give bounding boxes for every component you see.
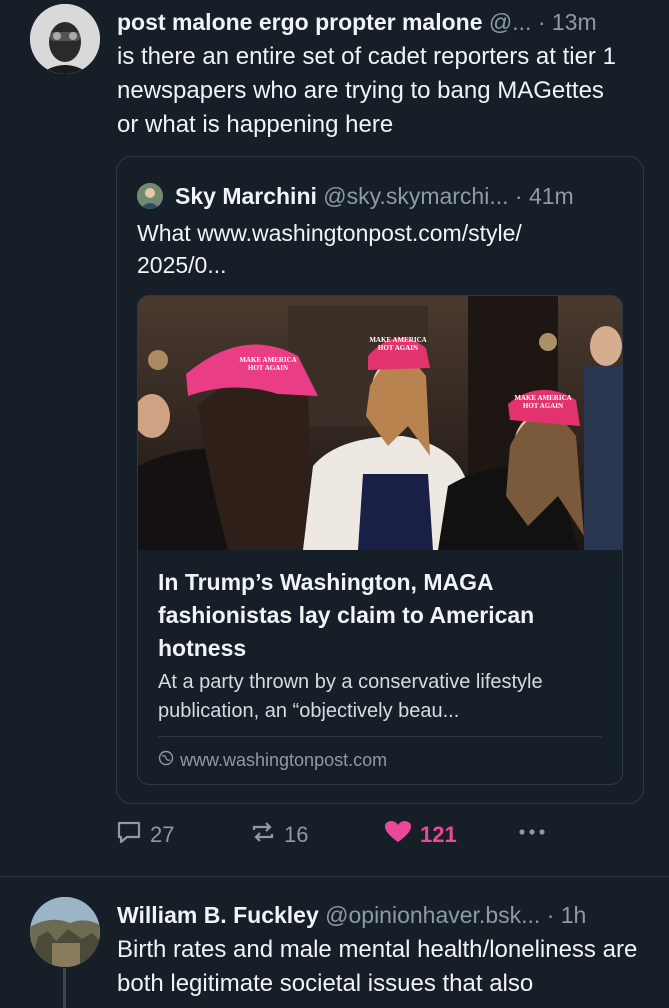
author-name[interactable]: William B. Fuckley — [117, 902, 319, 928]
hat-text-3: MAKE AMERICA HOT AGAIN — [514, 394, 572, 410]
post-actions: 27 16 121 — [116, 820, 556, 852]
post-time[interactable]: · 1h — [547, 902, 587, 928]
quoted-author-handle[interactable]: @sky.skymarchi... — [323, 183, 508, 209]
hat-text-1: MAKE AMERICA HOT AGAIN — [239, 356, 297, 372]
quoted-author-name[interactable]: Sky Marchini — [175, 183, 317, 209]
link-card-domain-text: www.washingtonpost.com — [180, 750, 388, 770]
post-text: is there an entire set of cadet reporter… — [117, 43, 616, 138]
reply-icon — [116, 820, 142, 850]
thread-line — [63, 968, 66, 1008]
more-options-button[interactable] — [516, 820, 548, 850]
author-avatar[interactable] — [30, 897, 100, 967]
link-card-title: In Trump’s Washington, MAGA fashionistas… — [158, 569, 535, 661]
post-header: William B. Fuckley @opinionhaver.bsk... … — [117, 901, 649, 929]
quoted-post-header: Sky Marchini @sky.skymarchi... · 41m — [175, 181, 627, 211]
repost-button[interactable]: 16 — [250, 820, 308, 850]
link-card-divider — [158, 736, 602, 737]
post-time[interactable]: · 13m — [538, 9, 597, 35]
like-count: 121 — [420, 822, 457, 847]
post-item[interactable]: William B. Fuckley @opinionhaver.bsk... … — [0, 877, 669, 1000]
more-icon — [516, 820, 548, 850]
repost-icon — [250, 820, 276, 850]
author-name[interactable]: post malone ergo propter malone — [117, 9, 483, 35]
author-avatar[interactable] — [30, 4, 100, 74]
post-header: post malone ergo propter malone @... · 1… — [117, 8, 649, 36]
link-card-domain[interactable]: www.washingtonpost.com — [158, 748, 387, 772]
quoted-author-avatar[interactable] — [137, 183, 163, 209]
heart-icon — [384, 820, 412, 850]
reply-count: 27 — [150, 822, 175, 847]
quoted-post[interactable]: Sky Marchini @sky.skymarchi... · 41m Wha… — [116, 156, 644, 804]
post-text: Birth rates and male mental health/lonel… — [117, 936, 638, 997]
link-card-image: MAKE AMERICA HOT AGAIN MAKE AMERICA HOT … — [138, 296, 622, 550]
link-card[interactable]: MAKE AMERICA HOT AGAIN MAKE AMERICA HOT … — [137, 295, 623, 785]
post-item[interactable]: post malone ergo propter malone @... · 1… — [0, 0, 669, 876]
repost-count: 16 — [284, 822, 309, 847]
author-handle[interactable]: @... — [489, 9, 532, 35]
reply-button[interactable]: 27 — [116, 820, 174, 850]
hat-text-2: MAKE AMERICA HOT AGAIN — [369, 336, 427, 352]
quoted-post-text: What www.washingtonpost.com/style/ 2025/… — [137, 220, 522, 278]
author-handle[interactable]: @opinionhaver.bsk... — [325, 902, 540, 928]
link-card-description: At a party thrown by a conservative life… — [158, 671, 543, 722]
quoted-post-time[interactable]: · 41m — [515, 183, 574, 209]
like-button[interactable]: 121 — [384, 820, 457, 850]
globe-icon — [158, 748, 174, 772]
